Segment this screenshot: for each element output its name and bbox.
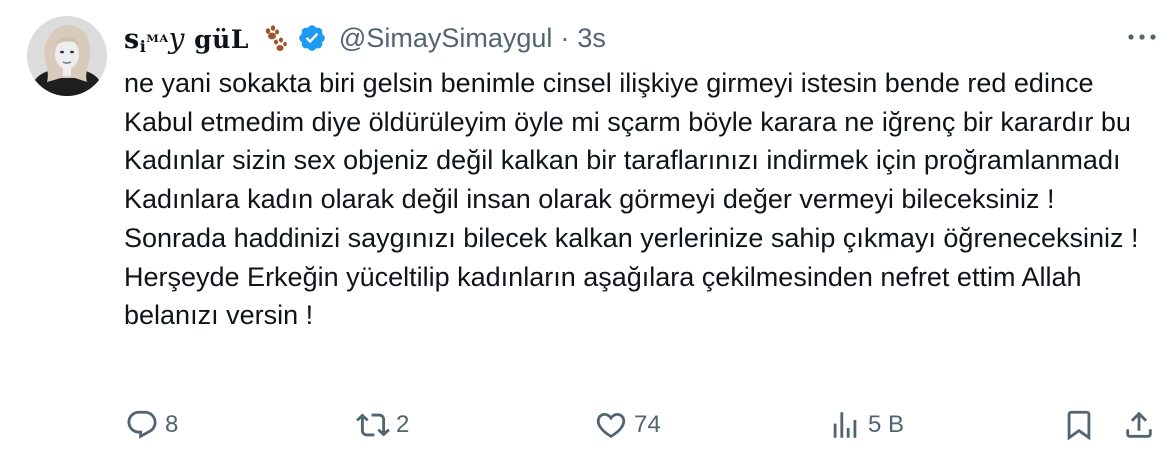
share-icon	[1126, 411, 1152, 438]
views-count: 5 B	[868, 411, 905, 438]
author-name-part: i	[139, 36, 147, 56]
author-name-part: s	[124, 23, 140, 55]
more-options-button[interactable]	[1124, 22, 1160, 52]
like-button[interactable]: 74	[594, 400, 661, 450]
more-dots-icon	[1128, 34, 1156, 40]
repost-icon	[356, 413, 390, 437]
author-name[interactable]: siᴹᴬy güL	[124, 21, 249, 56]
reply-count: 8	[165, 411, 179, 438]
tweet-actions: 8 2 74 5 B	[0, 400, 1174, 450]
separator-dot: ·	[560, 22, 570, 53]
reply-icon	[127, 410, 157, 439]
author-name-part: y	[168, 21, 185, 55]
paw-prints-icon	[259, 23, 289, 53]
tweet-text: ne yani sokakta biri gelsin benimle cins…	[124, 68, 1139, 331]
views-button[interactable]: 5 B	[828, 400, 904, 450]
author-name-part: gü	[184, 24, 231, 54]
views-chart-icon	[833, 412, 857, 438]
timestamp[interactable]: 3s	[577, 23, 606, 54]
reply-button[interactable]: 8	[125, 400, 178, 450]
author-name-part: ᴹᴬ	[146, 31, 169, 53]
heart-icon	[596, 412, 626, 438]
tweet: siᴹᴬy güL @SimaySimaygul · 3s ne yani so…	[0, 0, 1174, 462]
tweet-header: siᴹᴬy güL @SimaySimaygul · 3s	[124, 18, 606, 58]
bookmark-icon	[1067, 410, 1091, 441]
verified-badge-icon[interactable]	[297, 23, 327, 53]
share-button[interactable]	[1122, 400, 1156, 450]
avatar[interactable]	[27, 16, 107, 96]
repost-button[interactable]: 2	[356, 400, 409, 450]
author-handle[interactable]: @SimaySimaygul	[339, 23, 552, 54]
bookmark-button[interactable]	[1062, 400, 1096, 450]
avatar-photo	[27, 16, 107, 96]
author-name-part: L	[230, 24, 249, 54]
like-count: 74	[634, 411, 661, 438]
repost-count: 2	[396, 411, 410, 438]
